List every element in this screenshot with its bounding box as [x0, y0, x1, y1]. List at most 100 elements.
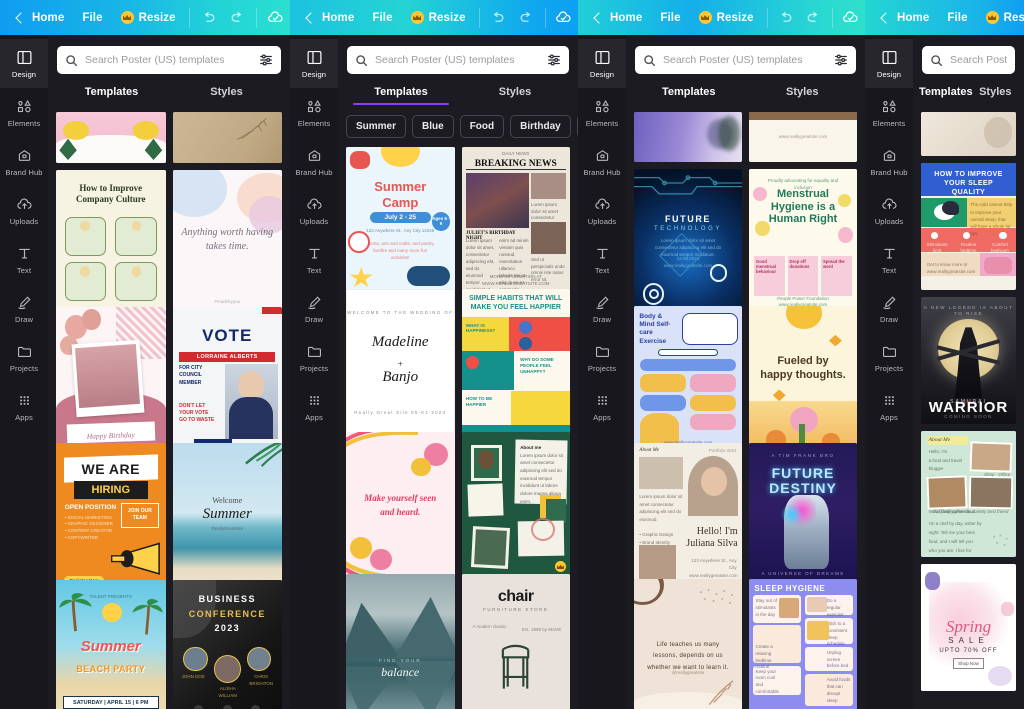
- template-card[interactable]: WE ARE HIRING OPEN POSITION JOIN OUR TEA…: [56, 443, 166, 590]
- template-card[interactable]: About Me Hello, I'm a food and travel blo…: [921, 430, 1016, 558]
- sidebar-item-apps[interactable]: Apps: [865, 382, 913, 431]
- sidebar-item-elements[interactable]: Elements: [290, 88, 338, 137]
- sidebar-item-uploads[interactable]: Uploads: [578, 186, 626, 235]
- template-card[interactable]: Proudly advocating for equality and incl…: [749, 169, 857, 314]
- search-input[interactable]: [950, 54, 1007, 66]
- template-card[interactable]: SLEEP HYGIENE Stay out of stimulants in …: [749, 579, 857, 709]
- sidebar-item-projects[interactable]: Projects: [290, 333, 338, 382]
- search-bar[interactable]: [347, 46, 569, 74]
- undo-icon[interactable]: [772, 5, 800, 31]
- sidebar-item-projects[interactable]: Projects: [0, 333, 48, 382]
- sidebar-item-apps[interactable]: Apps: [578, 382, 626, 431]
- sidebar-item-draw[interactable]: Draw: [0, 284, 48, 333]
- template-card[interactable]: About me Lorem ipsum dolor sit amet cons…: [461, 431, 570, 577]
- home-button[interactable]: Home: [586, 7, 651, 29]
- search-input[interactable]: [85, 54, 252, 66]
- template-card[interactable]: chair FURNITURE STORE A modern classic E…: [461, 573, 570, 709]
- sidebar-item-brand-hub[interactable]: Brand Hub: [0, 137, 48, 186]
- tab-templates[interactable]: Templates: [54, 86, 169, 105]
- sidebar-item-design[interactable]: Design: [290, 39, 338, 88]
- cloud-check-icon[interactable]: [550, 5, 578, 31]
- sidebar-item-apps[interactable]: Apps: [290, 382, 338, 431]
- search-bar[interactable]: [922, 46, 1015, 74]
- search-bar[interactable]: [57, 46, 281, 74]
- template-card[interactable]: WELCOME TO THE WEDDING OF Madeline + Ban…: [346, 289, 455, 434]
- sidebar-item-projects[interactable]: Projects: [865, 333, 913, 382]
- template-card[interactable]: Fueled by happy thoughts.: [749, 306, 857, 451]
- file-menu-button[interactable]: File: [938, 7, 976, 29]
- sidebar-item-elements[interactable]: Elements: [0, 88, 48, 137]
- sidebar-item-design[interactable]: Design: [578, 39, 626, 88]
- redo-icon[interactable]: [223, 5, 252, 31]
- sidebar-item-apps[interactable]: Apps: [0, 382, 48, 431]
- resize-button[interactable]: Resize: [977, 6, 1024, 29]
- sidebar-item-uploads[interactable]: Uploads: [0, 186, 48, 235]
- home-button[interactable]: Home: [873, 7, 938, 29]
- template-card[interactable]: A NEW LEGEND IS ABOUT TO RISE The SAMURA…: [921, 296, 1016, 424]
- filter-chip-summer[interactable]: Summer: [346, 115, 407, 138]
- resize-button[interactable]: Resize: [112, 6, 185, 29]
- tab-templates[interactable]: Templates: [632, 86, 746, 105]
- file-menu-button[interactable]: File: [651, 7, 689, 29]
- template-card[interactable]: HOW TO IMPROVE YOUR SLEEP QUALITY The co…: [921, 163, 1016, 290]
- template-card[interactable]: TALENT PRESENTS Summer BEACH PARTY SATUR…: [56, 579, 166, 709]
- sidebar-item-brand-hub[interactable]: Brand Hub: [865, 137, 913, 186]
- template-card[interactable]: FIND YOUR balance: [346, 573, 455, 709]
- template-card[interactable]: DAILY NEWS BREAKING NEWS Lorem ipsum dol…: [461, 147, 570, 292]
- tab-templates[interactable]: Templates: [344, 86, 458, 105]
- template-card[interactable]: [56, 112, 166, 164]
- sidebar-item-brand-hub[interactable]: Brand Hub: [578, 137, 626, 186]
- sidebar-item-brand-hub[interactable]: Brand Hub: [290, 137, 338, 186]
- sidebar-item-text[interactable]: Text: [578, 235, 626, 284]
- sidebar-item-uploads[interactable]: Uploads: [290, 186, 338, 235]
- sidebar-item-draw[interactable]: Draw: [578, 284, 626, 333]
- redo-icon[interactable]: [800, 5, 828, 31]
- sidebar-item-text[interactable]: Text: [865, 235, 913, 284]
- search-input[interactable]: [663, 54, 827, 66]
- sidebar-item-elements[interactable]: Elements: [865, 88, 913, 137]
- file-menu-button[interactable]: File: [73, 7, 111, 29]
- search-bar[interactable]: [635, 46, 856, 74]
- undo-icon[interactable]: [484, 5, 512, 31]
- sidebar-item-text[interactable]: Text: [290, 235, 338, 284]
- tab-styles[interactable]: Styles: [746, 86, 860, 105]
- cloud-check-icon[interactable]: [261, 5, 290, 31]
- undo-icon[interactable]: [194, 5, 223, 31]
- template-card[interactable]: Make yourself seen and heard.: [346, 431, 455, 577]
- template-card[interactable]: Happy Birthday: [56, 306, 166, 453]
- template-card[interactable]: SIMPLE HABITS THAT WILL MAKE YOU FEEL HA…: [461, 289, 570, 434]
- template-card[interactable]: VOTE LORRAINE ALBERTS FOR CITY COUNCIL M…: [172, 306, 282, 453]
- template-card[interactable]: Body & Mind Self-care Exercise www.reall…: [634, 306, 742, 451]
- template-card[interactable]: Life teaches us many lessons, depends on…: [634, 579, 742, 709]
- tab-templates[interactable]: Templates: [919, 86, 973, 105]
- template-card[interactable]: Summer Camp July 2 - 25 Ages 5 - 9 123 A…: [346, 147, 455, 292]
- template-card[interactable]: FUTURE TECHNOLOGY Lorem ipsum dolor sit …: [634, 169, 742, 314]
- sidebar-item-draw[interactable]: Draw: [290, 284, 338, 333]
- cloud-check-icon[interactable]: [837, 5, 865, 31]
- tab-styles[interactable]: Styles: [458, 86, 572, 105]
- sidebar-item-uploads[interactable]: Uploads: [865, 186, 913, 235]
- template-card[interactable]: Spring SALE UPTO 70% OFF Shop Now: [921, 564, 1016, 691]
- sidebar-item-projects[interactable]: Projects: [578, 333, 626, 382]
- sidebar-item-text[interactable]: Text: [0, 235, 48, 284]
- template-card[interactable]: [172, 112, 282, 164]
- filter-chip-birthday[interactable]: Birthday: [510, 115, 571, 138]
- template-card[interactable]: How to Improve Company Culture: [56, 170, 166, 317]
- template-card[interactable]: Welcome Summer ReallyGreatSite: [172, 443, 282, 590]
- resize-button[interactable]: Resize: [690, 6, 763, 29]
- resize-button[interactable]: Resize: [402, 6, 475, 29]
- tab-styles[interactable]: Styles: [169, 86, 284, 105]
- template-card[interactable]: www.reallygreatsite.com: [749, 112, 857, 163]
- filter-chip-blue[interactable]: Blue: [412, 115, 454, 138]
- search-input[interactable]: [375, 54, 540, 66]
- template-card[interactable]: [921, 112, 1016, 157]
- template-card[interactable]: [634, 112, 742, 163]
- sidebar-item-design[interactable]: Design: [0, 39, 48, 88]
- home-button[interactable]: Home: [8, 7, 73, 29]
- filter-chip-food[interactable]: Food: [459, 115, 505, 138]
- sidebar-item-design[interactable]: Design: [865, 39, 913, 88]
- filter-sliders-icon[interactable]: [259, 53, 273, 67]
- sidebar-item-elements[interactable]: Elements: [578, 88, 626, 137]
- redo-icon[interactable]: [512, 5, 540, 31]
- template-card[interactable]: About Me Portfolio 2024 Lorem ipsum dolo…: [634, 442, 742, 587]
